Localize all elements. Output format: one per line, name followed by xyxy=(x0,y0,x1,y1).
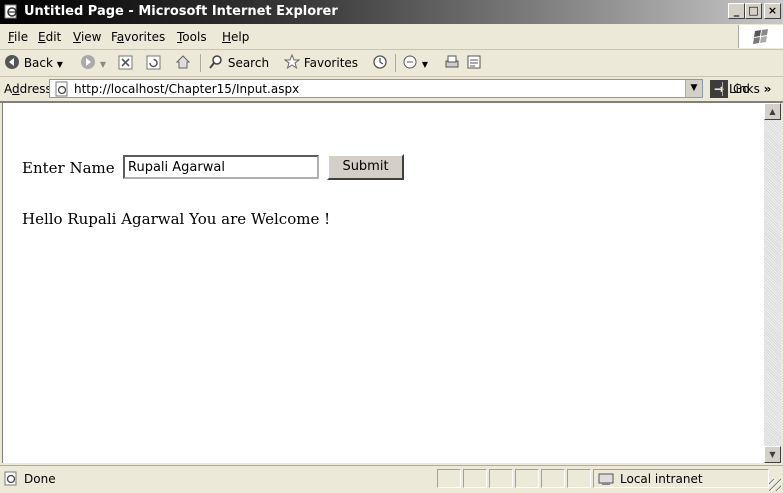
status-pane xyxy=(463,469,487,488)
menu-favorites[interactable]: Favorites xyxy=(111,30,165,44)
links-chevron-icon[interactable]: » xyxy=(764,82,772,96)
mail-dropdown-icon[interactable]: ▼ xyxy=(422,60,428,69)
stop-icon xyxy=(118,55,133,70)
vertical-scrollbar[interactable]: ▲ ▼ xyxy=(764,103,781,463)
minimize-button[interactable]: _ xyxy=(728,3,745,19)
toolbar-separator xyxy=(200,54,201,72)
refresh-icon xyxy=(146,55,161,70)
submit-button[interactable]: Submit xyxy=(327,154,404,180)
windows-flag-icon xyxy=(753,29,768,44)
standard-toolbar: Back ▼ ▼ Search Favorites ▼ xyxy=(0,50,783,77)
menu-bar: File Edit View Favorites Tools Help xyxy=(0,24,783,50)
links-label: Links xyxy=(729,82,760,96)
search-label: Search xyxy=(227,56,270,70)
favorites-button[interactable]: Favorites xyxy=(283,53,359,72)
home-icon xyxy=(175,55,191,69)
enter-name-label: Enter Name xyxy=(22,159,115,177)
name-input[interactable] xyxy=(123,155,319,179)
links-button[interactable]: Links » xyxy=(722,82,771,96)
mail-icon xyxy=(403,55,417,69)
ie-page-icon xyxy=(4,4,17,19)
status-pane xyxy=(567,469,591,488)
title-bar[interactable]: Untitled Page - Microsoft Internet Explo… xyxy=(0,0,783,24)
maximize-button[interactable]: □ xyxy=(745,3,762,19)
search-button[interactable]: Search xyxy=(208,54,269,72)
address-field[interactable]: http://localhost/Chapter15/Input.aspx ▼ xyxy=(49,79,703,98)
printer-icon xyxy=(445,55,459,68)
address-url[interactable]: http://localhost/Chapter15/Input.aspx xyxy=(74,82,299,96)
back-dropdown-icon[interactable]: ▼ xyxy=(57,60,63,69)
stop-button[interactable] xyxy=(118,54,133,72)
status-pane xyxy=(541,469,565,488)
history-button[interactable] xyxy=(372,54,388,72)
security-zone-text: Local intranet xyxy=(620,472,703,486)
welcome-message: Hello Rupali Agarwal You are Welcome ! xyxy=(22,210,331,228)
back-label: Back xyxy=(23,56,53,70)
search-icon xyxy=(209,55,222,69)
history-icon xyxy=(373,55,387,69)
scroll-up-icon[interactable]: ▲ xyxy=(764,103,781,120)
status-pane xyxy=(515,469,539,488)
windows-logo xyxy=(738,25,783,48)
menu-tools[interactable]: Tools xyxy=(177,30,207,44)
refresh-button[interactable] xyxy=(146,54,161,72)
address-label: Address xyxy=(4,82,52,96)
window-title: Untitled Page - Microsoft Internet Explo… xyxy=(24,4,338,19)
status-pane xyxy=(489,469,513,488)
menu-help[interactable]: Help xyxy=(222,30,249,44)
edit-button[interactable] xyxy=(466,54,482,72)
page-icon xyxy=(55,81,68,97)
mail-button[interactable]: ▼ xyxy=(402,54,428,72)
local-intranet-icon xyxy=(598,473,614,485)
page-done-icon xyxy=(4,471,17,486)
menu-edit[interactable]: Edit xyxy=(38,30,61,44)
back-arrow-icon xyxy=(5,55,19,69)
forward-button[interactable]: ▼ xyxy=(80,54,106,72)
status-bar: Done Local intranet xyxy=(0,465,783,493)
scroll-down-icon[interactable]: ▼ xyxy=(764,446,781,463)
print-button[interactable] xyxy=(444,54,460,72)
toolbar-separator xyxy=(395,54,396,72)
forward-arrow-icon xyxy=(81,55,95,69)
resize-grip[interactable] xyxy=(769,479,781,491)
home-button[interactable] xyxy=(175,54,191,72)
status-text: Done xyxy=(24,472,56,486)
close-button[interactable]: × xyxy=(764,3,781,19)
back-button[interactable]: Back ▼ xyxy=(4,54,63,72)
browser-window: Untitled Page - Microsoft Internet Explo… xyxy=(0,0,783,493)
status-pane xyxy=(437,469,461,488)
forward-dropdown-icon[interactable]: ▼ xyxy=(100,60,106,69)
menu-view[interactable]: View xyxy=(73,30,101,44)
favorites-label: Favorites xyxy=(303,56,359,70)
star-icon xyxy=(283,53,301,70)
address-dropdown-icon[interactable]: ▼ xyxy=(685,80,702,97)
edit-document-icon xyxy=(467,55,481,69)
address-bar: Address http://localhost/Chapter15/Input… xyxy=(0,77,783,103)
menu-file[interactable]: File xyxy=(8,30,28,44)
